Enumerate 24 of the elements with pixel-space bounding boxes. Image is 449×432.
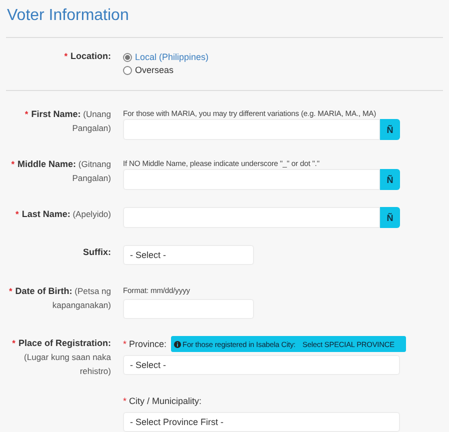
select-field[interactable]: - Select Province First - [123,412,400,432]
select-field[interactable]: - Select - [123,355,400,375]
field-label: Suffix: [82,246,111,259]
field-label: * First Name: (Unang Pangalan) [24,108,111,135]
field-label: * Last Name: (Apelyido) [14,208,111,221]
field-label: * Place of Registration: (Lugar kung saan naka rehistro) [11,337,111,378]
page-title: Voter Information [7,7,129,25]
field-label: * Date of Birth: (Petsa ng kapanganakan) [8,285,111,312]
field-label: * Middle Name: (Gitnang Pangalan) [10,158,111,185]
select-field[interactable]: - Select - [123,245,254,265]
enye-button[interactable]: Ñ [380,119,400,140]
field-label: * City / Municipality: [123,396,202,406]
enye-button[interactable]: Ñ [380,207,400,228]
field-label: * Province: [123,339,167,349]
input-field[interactable] [123,119,380,140]
input-field[interactable] [123,207,380,228]
radio-button[interactable] [123,66,132,74]
input-field[interactable] [123,169,380,190]
enye-button[interactable]: Ñ [380,169,400,190]
radio-option[interactable]: Local (Philippines) [123,51,406,63]
radio-button[interactable] [123,52,132,62]
field-label: * Location: [63,50,111,63]
radio-option[interactable]: Overseas [123,64,406,76]
info-icon [174,340,181,348]
